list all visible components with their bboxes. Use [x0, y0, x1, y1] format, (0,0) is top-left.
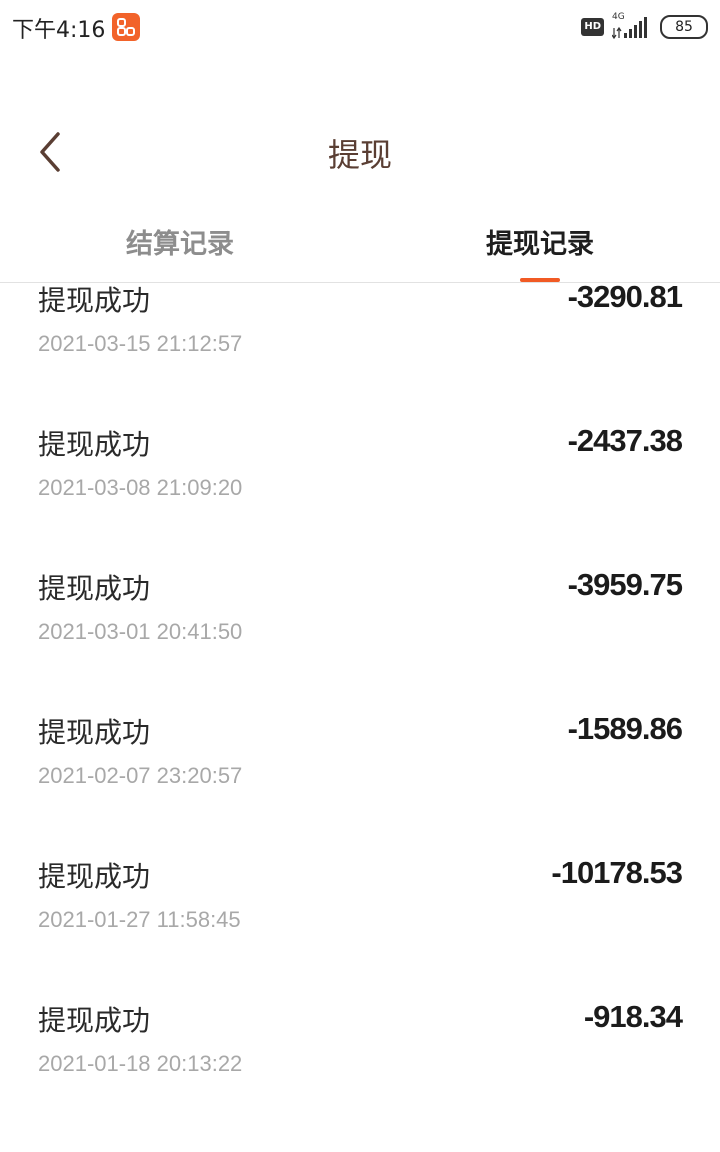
record-date: 2021-01-27 11:58:45 [38, 907, 241, 932]
status-time: 下午4:16 [12, 18, 106, 43]
record-date: 2021-02-07 23:20:57 [38, 763, 243, 788]
record-amount: -2437.38 [567, 423, 683, 458]
list-item[interactable]: 提现成功 2021-02-07 23:20:57 -1589.86 [0, 711, 720, 855]
record-amount: -1589.86 [567, 711, 683, 746]
record-date: 2021-01-18 20:13:22 [38, 1051, 243, 1076]
record-amount: -918.34 [583, 999, 683, 1034]
record-date: 2021-03-01 20:41:50 [38, 619, 243, 644]
tab-settlement-records[interactable]: 结算记录 [0, 200, 360, 282]
list-item[interactable]: 提现成功 2021-01-27 11:58:45 -10178.53 [0, 855, 720, 999]
record-amount: -3959.75 [567, 567, 683, 602]
record-status: 提现成功 [38, 428, 151, 461]
record-amount: -3290.81 [567, 283, 683, 314]
list-item[interactable]: 提现成功 2021-01-18 20:13:22 -918.34 [0, 999, 720, 1143]
list-item[interactable]: 提现成功 2021-03-01 20:41:50 -3959.75 [0, 567, 720, 711]
record-date: 2021-03-15 21:12:57 [38, 331, 243, 356]
record-status: 提现成功 [38, 1004, 151, 1037]
app-notification-icon [112, 13, 140, 41]
tab-bar: 结算记录 提现记录 [0, 200, 720, 283]
record-date: 2021-03-08 21:09:20 [38, 475, 243, 500]
page-title: 提现 [327, 136, 392, 174]
active-tab-indicator [520, 278, 560, 282]
record-status: 提现成功 [38, 572, 151, 605]
tab-withdrawal-records[interactable]: 提现记录 [360, 200, 720, 282]
record-status: 提现成功 [38, 716, 151, 749]
status-indicators: HD 4G 85 [581, 12, 708, 40]
signal-icon: 4G [611, 12, 652, 40]
network-type: 4G [612, 12, 625, 22]
tab-label: 提现记录 [486, 229, 594, 260]
page-header: 提现 [0, 110, 720, 194]
hd-badge: HD [581, 18, 604, 36]
tab-label: 结算记录 [126, 229, 234, 260]
withdrawal-record-list[interactable]: 提现成功 2021-03-15 21:12:57 -3290.81 提现成功 2… [0, 283, 720, 1152]
list-item[interactable]: 提现成功 2021-03-08 21:09:20 -2437.38 [0, 423, 720, 567]
status-bar: 下午4:16 HD 4G 85 [0, 0, 720, 56]
record-status: 提现成功 [38, 284, 151, 317]
record-amount: -10178.53 [551, 855, 683, 890]
battery-indicator: 85 [660, 15, 708, 39]
list-item[interactable]: 提现成功 2021-03-15 21:12:57 -3290.81 [0, 283, 720, 423]
record-status: 提现成功 [38, 860, 151, 893]
